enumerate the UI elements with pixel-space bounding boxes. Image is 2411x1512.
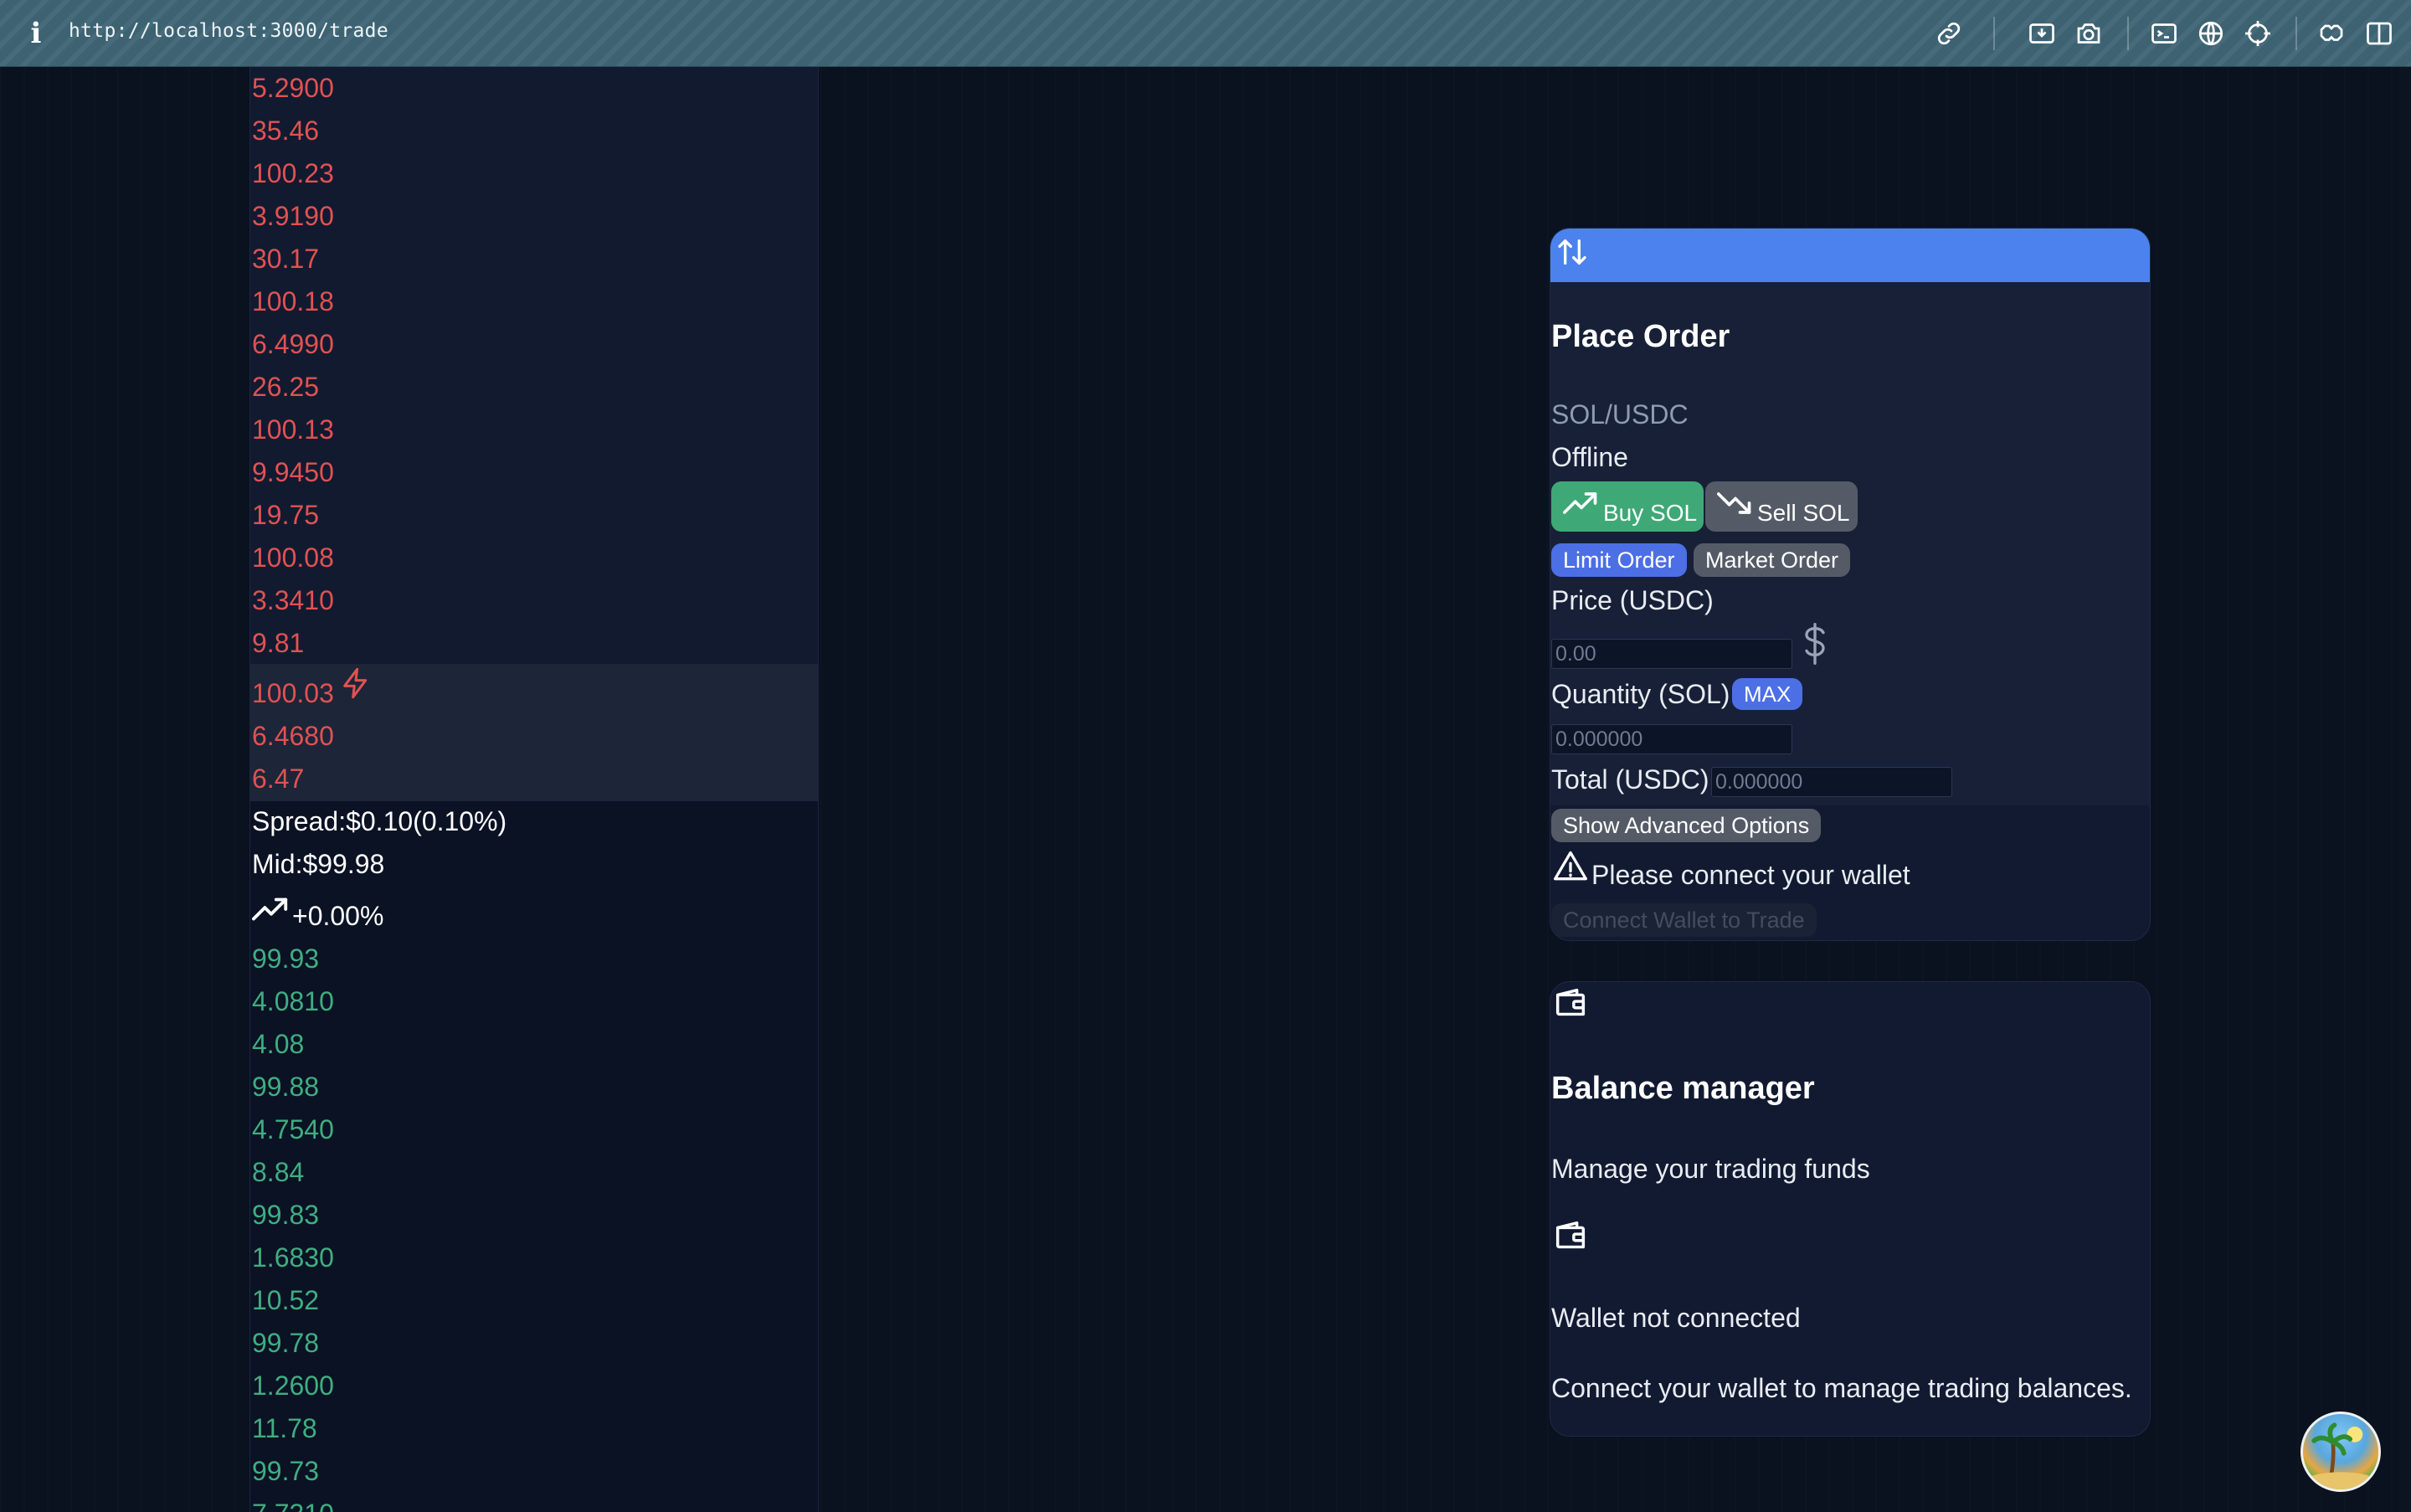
bid-value: 99.88: [252, 1072, 320, 1102]
ask-value: 100.08: [252, 543, 334, 573]
max-button[interactable]: MAX: [1732, 678, 1803, 710]
camera-icon[interactable]: [2074, 18, 2104, 49]
swap-vertical-icon: [1555, 234, 1589, 270]
info-icon[interactable]: i: [27, 15, 45, 52]
ask-value: 100.18: [252, 286, 334, 316]
ask-value: 30.17: [252, 244, 320, 274]
ask-value: 100.13: [252, 414, 334, 445]
balance-manager-message: Connect your wallet to manage trading ba…: [1551, 1373, 2132, 1403]
bid-value: 99.93: [252, 944, 320, 974]
quantity-label: Quantity (SOL): [1551, 679, 1730, 709]
market-order-tab[interactable]: Market Order: [1694, 543, 1851, 577]
ask-value: 3.9190: [252, 201, 334, 231]
bid-value: 8.84: [252, 1157, 305, 1187]
sell-sol-button[interactable]: Sell SOL: [1705, 481, 1858, 532]
buy-sol-label: Buy SOL: [1603, 500, 1698, 526]
bid-value: 1.6830: [252, 1242, 334, 1273]
bid-value: 11.78: [252, 1413, 317, 1443]
wallet-icon: [1551, 984, 1590, 1022]
mid-price: Mid:$99.98: [252, 849, 385, 879]
ask-value: 9.81: [252, 628, 305, 658]
toolbar-divider: [1993, 17, 1995, 50]
ask-value: 26.25: [252, 372, 320, 402]
price-change: +0.00%: [292, 901, 384, 931]
trending-down-icon: [1717, 492, 1751, 514]
browser-toolbar: i http://localhost:3000/trade: [0, 0, 2411, 67]
ask-value: 100.23: [252, 158, 334, 188]
url-bar[interactable]: http://localhost:3000/trade: [69, 20, 388, 42]
terminal-icon[interactable]: [2149, 18, 2179, 49]
total-label: Total (USDC): [1551, 764, 1709, 795]
lightning-icon: [339, 663, 373, 703]
bid-value: 99.73: [252, 1456, 320, 1486]
buy-sol-button[interactable]: Buy SOL: [1551, 481, 1704, 532]
crosshair-icon[interactable]: [2243, 18, 2273, 49]
place-order-card: Place Order SOL/USDC Offline Buy SOL Sel…: [1550, 228, 2151, 941]
bid-value: 99.83: [252, 1200, 320, 1230]
connection-status: Offline: [1551, 442, 1628, 472]
trending-up-icon: [1563, 492, 1597, 514]
ask-value: 19.75: [252, 500, 320, 530]
bid-value: 10.52: [252, 1285, 320, 1315]
bid-value: 7.7310: [252, 1493, 334, 1512]
ask-value: 6.4990: [252, 329, 334, 359]
page-scrollbar[interactable]: [2399, 67, 2411, 1512]
bid-value: 4.7540: [252, 1114, 334, 1144]
balance-manager-card: Balance manager Manage your trading fund…: [1550, 981, 2151, 1437]
price-label: Price (USDC): [1551, 585, 1714, 615]
price-input[interactable]: 0.00: [1551, 639, 1792, 669]
trending-up-icon: [252, 896, 290, 923]
show-advanced-options-button[interactable]: Show Advanced Options: [1551, 809, 1822, 842]
extension-icon[interactable]: [2316, 18, 2347, 49]
warning-icon: [1551, 848, 1590, 885]
palm-tree-icon: [2304, 1422, 2378, 1489]
globe-icon[interactable]: [2196, 18, 2226, 49]
place-order-header: [1550, 229, 2150, 282]
spread-label: Spread:$0.10(0.10%): [252, 806, 507, 836]
limit-order-tab[interactable]: Limit Order: [1551, 543, 1687, 577]
link-icon[interactable]: [1934, 18, 1964, 49]
quantity-input[interactable]: 0.000000: [1551, 724, 1792, 754]
order-book: 5.2900 35.46 100.23 3.9190 30.17 100.18 …: [249, 67, 819, 1512]
bid-value: 4.0810: [252, 986, 334, 1016]
dollar-sign-icon: [1798, 620, 1832, 667]
wallet-status: Wallet not connected: [1551, 1303, 1801, 1333]
total-input[interactable]: 0.000000: [1711, 767, 1952, 797]
bid-value: 1.2600: [252, 1371, 334, 1401]
ask-value: 5.2900: [252, 73, 334, 103]
wallet-icon: [1551, 1216, 1590, 1255]
balance-manager-title: Balance manager: [1551, 1071, 1815, 1106]
balance-manager-subtitle: Manage your trading funds: [1551, 1154, 1870, 1184]
avatar[interactable]: [2300, 1412, 2381, 1492]
download-icon[interactable]: [2027, 18, 2057, 49]
place-order-title: Place Order: [1551, 319, 1730, 354]
ask-value: 6.47: [252, 764, 305, 794]
ask-value: 3.3410: [252, 585, 334, 615]
toolbar-divider: [2295, 17, 2297, 50]
bid-value: 4.08: [252, 1029, 305, 1059]
ask-value: 100.03: [252, 678, 334, 708]
ask-value: 35.46: [252, 116, 320, 146]
toolbar-divider: [2127, 17, 2129, 50]
wallet-warning-text: Please connect your wallet: [1591, 860, 1910, 890]
ask-value: 9.9450: [252, 457, 334, 487]
best-ask-highlight: [250, 664, 818, 801]
sell-sol-label: Sell SOL: [1757, 500, 1850, 526]
connect-wallet-button[interactable]: Connect Wallet to Trade: [1551, 903, 1817, 937]
bid-value: 99.78: [252, 1328, 320, 1358]
sidebar-icon[interactable]: [2364, 18, 2394, 49]
ask-value: 6.4680: [252, 721, 334, 751]
pair-label: SOL/USDC: [1551, 399, 1689, 429]
